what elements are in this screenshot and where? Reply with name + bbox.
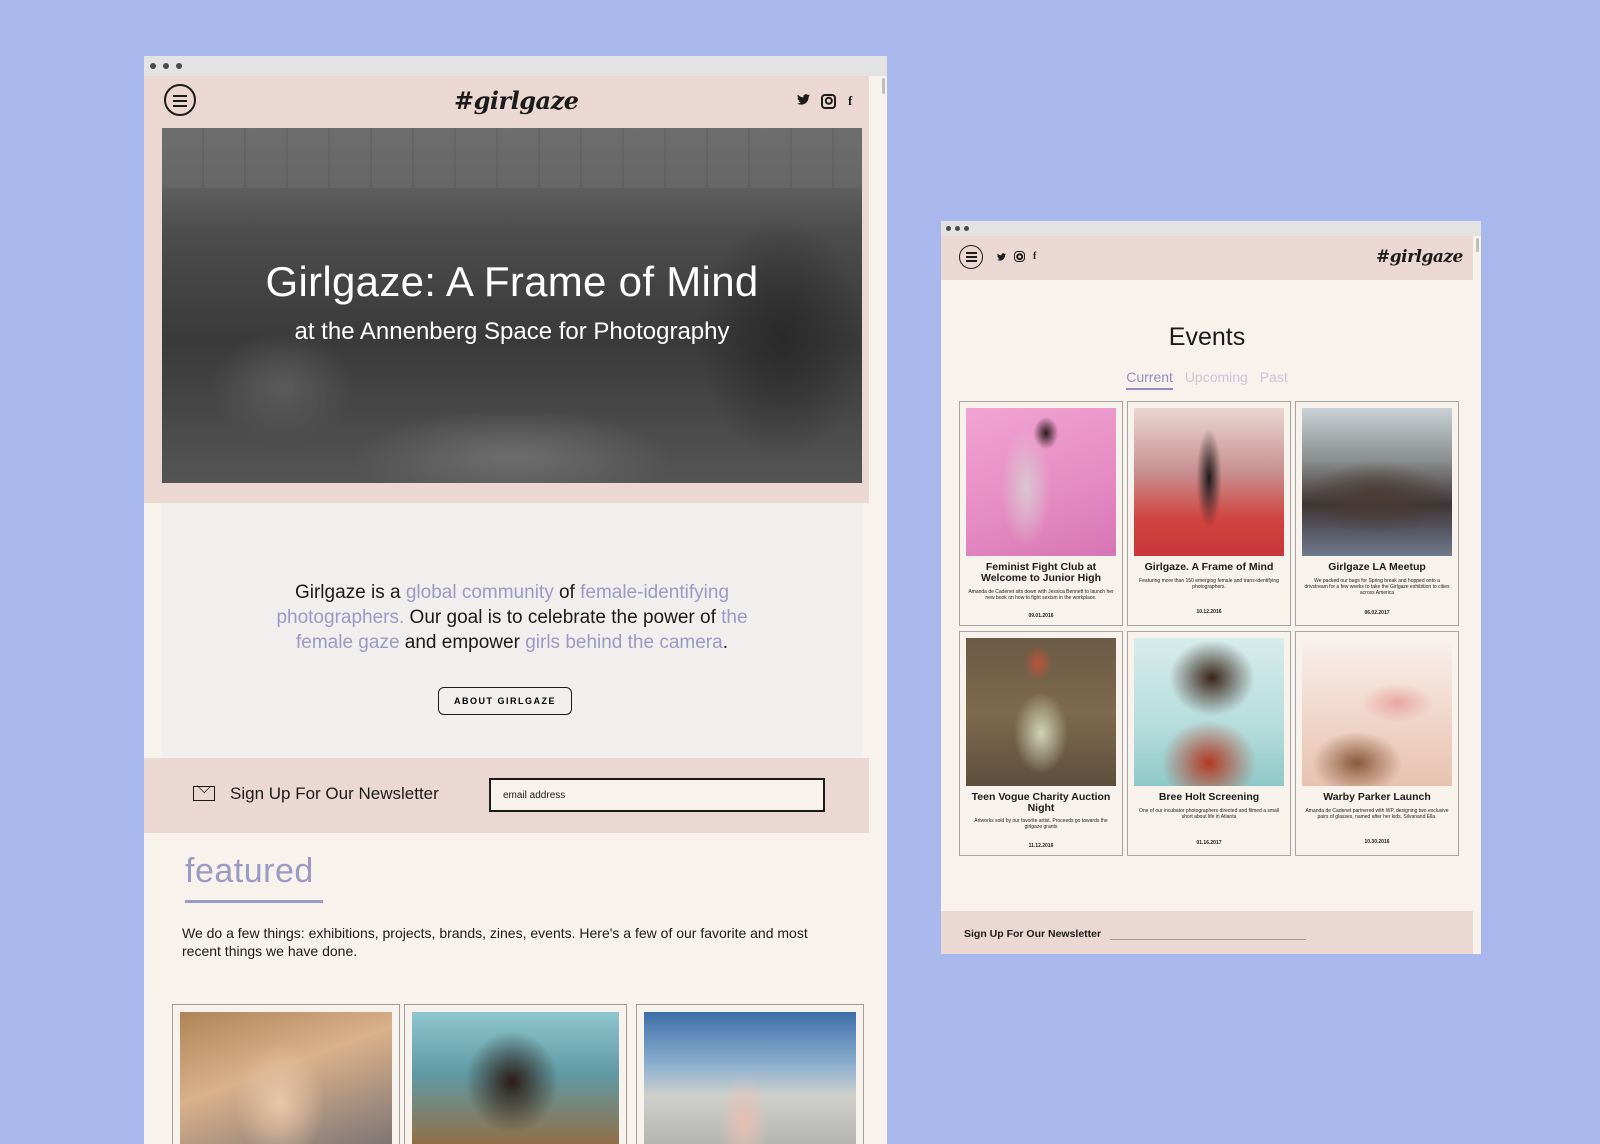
window-dot[interactable] <box>163 63 169 69</box>
window-dot[interactable] <box>964 226 969 231</box>
featured-card[interactable] <box>636 1004 864 1144</box>
event-card[interactable]: Bree Holt Screening One of our incubator… <box>1127 631 1291 856</box>
event-photo <box>1302 638 1452 786</box>
about-highlight[interactable]: girls behind the camera <box>525 632 723 653</box>
event-title: Girlgaze LA Meetup <box>1328 561 1426 573</box>
about-text: . <box>722 632 728 653</box>
event-description: We packed our bags for Spring break and … <box>1304 578 1450 596</box>
featured-photo <box>180 1012 392 1144</box>
event-date: 10.30.2016 <box>1364 839 1390 845</box>
instagram-icon[interactable] <box>821 93 836 109</box>
social-links: f <box>996 251 1036 262</box>
featured-card[interactable] <box>172 1004 400 1144</box>
about-highlight[interactable]: global community <box>406 582 554 603</box>
window-dot[interactable] <box>946 226 951 231</box>
events-tabs: Current Upcoming Past <box>941 369 1473 390</box>
about-section: Girlgaze is a global community of female… <box>162 503 862 758</box>
event-photo <box>966 408 1116 556</box>
featured-photo <box>644 1012 856 1144</box>
event-date: 06.02.2017 <box>1364 610 1390 616</box>
event-title: Warby Parker Launch <box>1323 791 1431 803</box>
scrollbar[interactable] <box>882 78 885 94</box>
newsletter-bar: Sign Up For Our Newsletter <box>941 911 1473 954</box>
window-titlebar <box>941 221 1481 236</box>
event-description: Amanda de Cadenet sits down with Jessica… <box>968 589 1114 601</box>
events-heading: Events <box>1168 323 1246 351</box>
about-girlgaze-button[interactable]: ABOUT GIRLGAZE <box>438 687 572 715</box>
tab-past[interactable]: Past <box>1260 369 1288 385</box>
event-description: Artworks sold by our favorite artist. Pr… <box>974 818 1108 830</box>
event-photo <box>1302 408 1452 556</box>
event-card[interactable]: Girlgaze. A Frame of Mind Featuring more… <box>1127 401 1291 626</box>
site-header: f #girlgaze <box>941 236 1473 280</box>
event-photo <box>966 638 1116 786</box>
tab-current[interactable]: Current <box>1126 369 1173 390</box>
about-text: and empower <box>399 632 526 653</box>
event-photo <box>1134 638 1284 786</box>
event-photo <box>1134 408 1284 556</box>
hero-photo <box>162 128 862 188</box>
newsletter-label: Sign Up For Our Newsletter <box>230 784 439 803</box>
tab-upcoming[interactable]: Upcoming <box>1185 369 1248 385</box>
site-logo[interactable]: #girlgaze <box>454 86 579 115</box>
event-card[interactable]: Feminist Fight Club at Welcome to Junior… <box>959 401 1123 626</box>
hero-subtitle: at the Annenberg Space for Photography <box>294 318 730 345</box>
hero-title: Girlgaze: A Frame of Mind <box>265 258 759 305</box>
hamburger-menu-icon[interactable] <box>959 245 983 269</box>
email-field[interactable] <box>489 778 825 812</box>
about-text: Our goal is to celebrate the power of <box>404 607 722 628</box>
featured-underline <box>185 900 323 903</box>
newsletter-label: Sign Up For Our Newsletter <box>964 928 1102 940</box>
hamburger-menu-icon[interactable] <box>164 84 196 116</box>
site-header: #girlgaze f <box>144 76 869 128</box>
featured-description: We do a few things: exhibitions, project… <box>182 925 808 959</box>
events-browser-window: f #girlgaze Events Current Upcoming Past… <box>941 221 1481 954</box>
scrollbar[interactable] <box>1476 238 1479 252</box>
event-date: 01.16.2017 <box>1196 840 1222 846</box>
event-date: 10.12.2016 <box>1196 609 1222 615</box>
twitter-icon[interactable] <box>996 252 1006 262</box>
hero-banner[interactable]: Girlgaze: A Frame of Mind at the Annenbe… <box>162 128 862 483</box>
instagram-icon[interactable] <box>1014 251 1025 262</box>
mail-icon <box>193 786 215 801</box>
email-field[interactable] <box>1110 937 1306 940</box>
event-card[interactable]: Girlgaze LA Meetup We packed our bags fo… <box>1295 401 1459 626</box>
event-title: Bree Holt Screening <box>1158 791 1260 803</box>
home-browser-window: #girlgaze f Girlgaze: A Frame of Mind at… <box>144 56 887 1144</box>
about-statement: Girlgaze is a global community of female… <box>252 580 772 655</box>
twitter-icon[interactable] <box>796 94 810 108</box>
about-text: of <box>553 582 581 603</box>
featured-card[interactable] <box>404 1004 627 1144</box>
about-text: Girlgaze is a <box>294 582 406 603</box>
event-card[interactable]: Warby Parker Launch Amanda de Cadenet pa… <box>1295 631 1459 856</box>
hero-spacer <box>144 483 869 503</box>
social-links: f <box>796 93 852 109</box>
window-dot[interactable] <box>176 63 182 69</box>
window-titlebar <box>144 56 887 76</box>
event-title: Girlgaze. A Frame of Mind <box>1144 561 1274 573</box>
event-description: One of our incubator photographers direc… <box>1138 808 1280 820</box>
event-title: Feminist Fight Club at Welcome to Junior… <box>981 561 1101 584</box>
window-dot[interactable] <box>150 63 156 69</box>
newsletter-bar: Sign Up For Our Newsletter <box>144 758 869 833</box>
featured-heading: featured <box>185 852 314 890</box>
facebook-icon[interactable]: f <box>1033 251 1036 262</box>
event-description: Featuring more than 150 emerging female … <box>1139 578 1279 590</box>
window-dot[interactable] <box>955 226 960 231</box>
facebook-icon[interactable]: f <box>848 93 852 109</box>
event-title: Teen Vogue Charity Auction Night <box>971 791 1111 814</box>
featured-photo <box>412 1012 619 1144</box>
event-description: Amanda de Cadenet partnered with WP, des… <box>1305 808 1449 820</box>
event-date: 11.12.2016 <box>1028 843 1054 849</box>
site-logo[interactable]: #girlgaze <box>1376 247 1463 267</box>
event-card[interactable]: Teen Vogue Charity Auction Night Artwork… <box>959 631 1123 856</box>
event-date: 09.01.2016 <box>1028 613 1054 619</box>
